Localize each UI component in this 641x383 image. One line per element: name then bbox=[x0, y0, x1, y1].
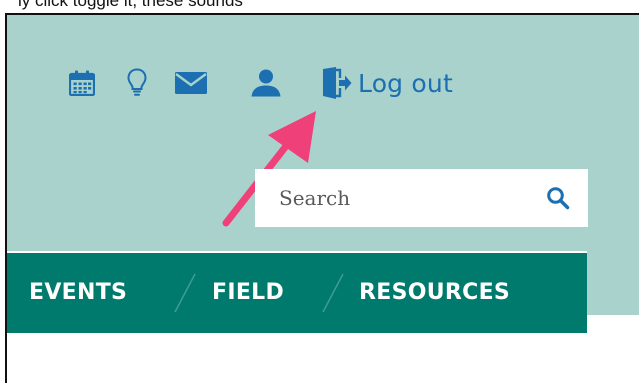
screenshot-frame: Log out EVENTS FIELD RESOURCES bbox=[5, 13, 639, 383]
logout-icon bbox=[322, 67, 352, 99]
search-box bbox=[255, 169, 588, 227]
mail-icon[interactable] bbox=[175, 72, 207, 94]
utility-toolbar: Log out bbox=[69, 61, 453, 105]
nav-item-field[interactable]: FIELD bbox=[212, 253, 284, 333]
nav-item-events[interactable]: EVENTS bbox=[29, 253, 127, 333]
logout-button[interactable]: Log out bbox=[322, 67, 453, 99]
logout-label: Log out bbox=[358, 68, 453, 98]
user-icon[interactable] bbox=[251, 69, 281, 97]
main-nav: EVENTS FIELD RESOURCES bbox=[7, 251, 587, 333]
search-input[interactable] bbox=[255, 169, 535, 227]
lightbulb-icon[interactable] bbox=[127, 68, 147, 98]
caption-text: ly click toggle it, these sounds bbox=[18, 0, 243, 10]
nav-separator bbox=[322, 273, 344, 313]
search-icon[interactable] bbox=[542, 183, 574, 213]
nav-separator bbox=[174, 273, 196, 313]
calendar-icon[interactable] bbox=[69, 70, 95, 96]
nav-item-resources[interactable]: RESOURCES bbox=[359, 253, 510, 333]
